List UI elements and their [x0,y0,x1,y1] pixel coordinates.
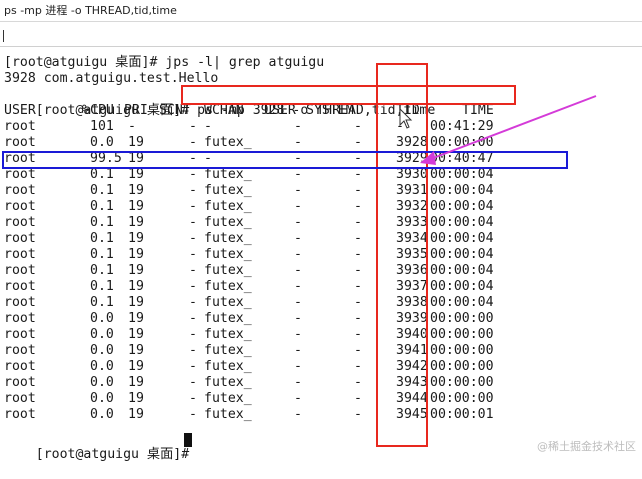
mouse-pointer-icon [399,107,413,129]
watermark: @稀土掘金技术社区 [537,440,636,453]
text-cursor [3,30,4,42]
terminal-output[interactable]: [root@atguigu 桌面]# jps -l| grep atguigu … [0,46,642,462]
window-title: ps -mp 进程 -o THREAD,tid,time [0,0,642,22]
